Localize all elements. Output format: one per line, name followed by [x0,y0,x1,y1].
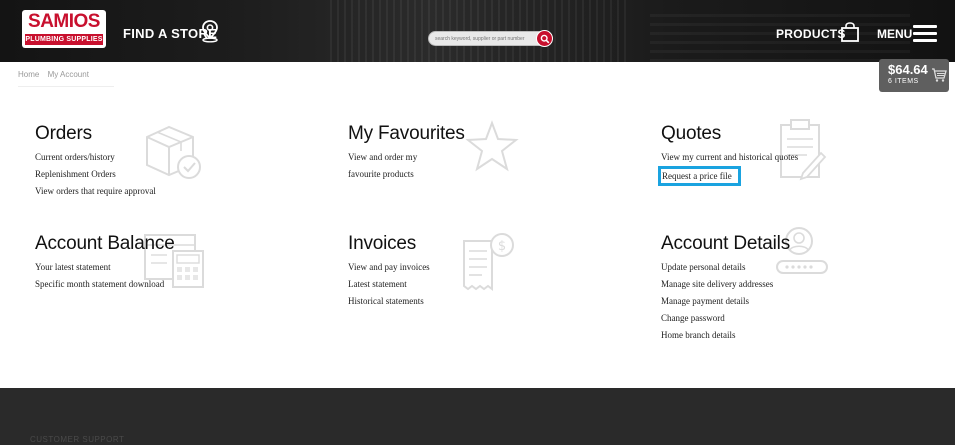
favourites-link-line2[interactable]: favourite products [348,166,548,183]
invoices-tile: $ Invoices View and pay invoices Latest … [348,233,548,323]
cart-summary[interactable]: $64.64 6 ITEMS [879,59,949,92]
search-button[interactable] [536,30,553,47]
search-bar [428,30,553,47]
invoices-title: Invoices [348,233,417,254]
breadcrumb-home[interactable]: Home [18,70,39,79]
latest-statement-link[interactable]: Your latest statement [35,259,255,276]
account-details-tile: Account Details Update personal details … [661,227,891,353]
historical-statements-link[interactable]: Historical statements [348,293,548,310]
site-footer: CUSTOMER SUPPORT [0,388,955,445]
cart-amount: $64.64 [888,62,928,77]
request-price-file-link[interactable]: Request a price file [658,166,741,186]
quotes-tile: Quotes View my current and historical qu… [658,119,891,193]
shopping-bag-icon[interactable] [840,22,860,42]
favourites-tile: My Favourites View and order my favourit… [348,120,548,193]
account-balance-tile: Account Balance Your latest statement Sp… [35,233,255,303]
view-pay-invoices-link[interactable]: View and pay invoices [348,259,548,276]
current-orders-link[interactable]: Current orders/history [35,149,255,166]
update-personal-details-link[interactable]: Update personal details [661,259,891,276]
orders-tile: Orders Current orders/history Replenishm… [35,123,255,213]
change-password-link[interactable]: Change password [661,310,891,327]
customer-support-heading: CUSTOMER SUPPORT [30,435,125,444]
logo-sub-text: PLUMBING SUPPLIES [25,34,103,45]
manage-delivery-addresses-link[interactable]: Manage site delivery addresses [661,276,891,293]
account-details-title: Account Details [661,233,791,254]
samios-logo[interactable]: SAMIOS PLUMBING SUPPLIES [22,10,106,48]
home-branch-details-link[interactable]: Home branch details [661,327,891,344]
cart-item-count: 6 ITEMS [888,78,919,85]
search-input[interactable] [435,33,537,44]
cart-icon [932,68,947,82]
breadcrumb-current: My Account [47,70,89,79]
favourites-title: My Favourites [348,123,465,144]
manage-payment-details-link[interactable]: Manage payment details [661,293,891,310]
quotes-title: Quotes [661,123,722,144]
search-icon [540,34,550,44]
invoices-latest-statement-link[interactable]: Latest statement [348,276,548,293]
location-pin-icon[interactable] [200,19,220,43]
products-link[interactable]: PRODUCTS [776,27,846,41]
month-statement-download-link[interactable]: Specific month statement download [35,276,255,293]
breadcrumb: Home My Account [18,70,95,79]
account-balance-title: Account Balance [35,233,175,254]
replenishment-orders-link[interactable]: Replenishment Orders [35,166,255,183]
orders-approval-link[interactable]: View orders that require approval [35,183,255,200]
hamburger-icon[interactable] [913,25,937,43]
view-quotes-link[interactable]: View my current and historical quotes [661,149,891,166]
menu-label[interactable]: MENU [877,27,912,41]
site-header: SAMIOS PLUMBING SUPPLIES FIND A STORE PR… [0,0,955,62]
breadcrumb-divider [18,86,114,87]
favourites-link-line1[interactable]: View and order my [348,149,548,166]
logo-brand-text: SAMIOS [28,11,100,32]
orders-title: Orders [35,123,92,144]
